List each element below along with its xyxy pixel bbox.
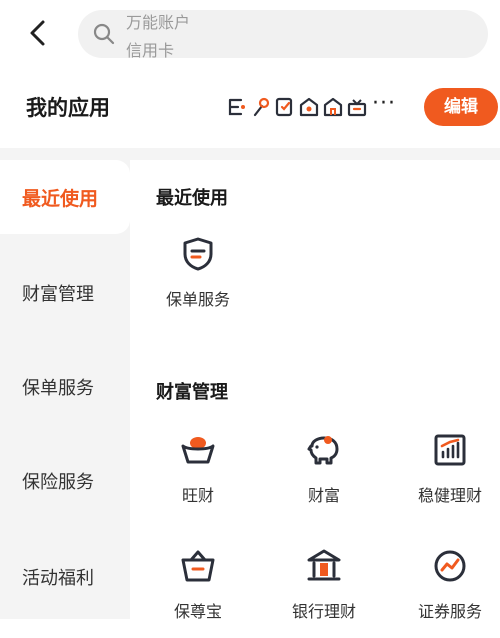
category-sidebar: 最近使用 财富管理 保单服务 保险服务 活动福利 [0, 160, 130, 619]
app-tile-label: 银行理财 [291, 602, 356, 621]
app-tile-wealth[interactable]: 财富 [264, 432, 384, 522]
basket-icon [180, 548, 216, 584]
sidebar-item-label: 保单服务 [22, 378, 94, 399]
bank-icon [306, 548, 342, 584]
app-tile-steady-finance[interactable]: 稳健理财 [390, 432, 500, 522]
piggy-bank-icon [306, 432, 342, 468]
more-icon[interactable]: ··· [372, 93, 402, 118]
sidebar-item-benefits[interactable]: 活动福利 [0, 540, 130, 614]
shield-icon [298, 96, 320, 118]
app-tile-label: 保尊宝 [173, 602, 222, 621]
my-apps-header: 我的应用 ··· 编辑 [0, 70, 500, 160]
section-title-wealth: 财富管理 [156, 382, 228, 403]
app-tile-label: 证券服务 [417, 602, 482, 621]
app-tile-label: 稳健理财 [417, 486, 482, 505]
app-tile-label: 财富 [307, 486, 340, 505]
app-tile-label: 旺财 [181, 486, 214, 505]
sidebar-item-label: 保险服务 [22, 472, 94, 493]
home-icon [322, 96, 344, 118]
sidebar-item-insurance[interactable]: 保险服务 [0, 444, 130, 518]
gift-icon [346, 96, 368, 118]
search-placeholder-line2: 信用卡 [126, 41, 175, 59]
my-apps-title: 我的应用 [26, 96, 110, 120]
sidebar-item-label: 最近使用 [22, 188, 99, 210]
trend-circle-icon [432, 548, 468, 584]
app-tile-securities[interactable]: 证券服务 [390, 548, 500, 638]
search-input[interactable]: 万能账户 信用卡 [78, 10, 488, 58]
gold-ingot-icon [180, 432, 216, 468]
doc-icon [274, 96, 296, 118]
search-placeholder: 万能账户 信用卡 [126, 10, 326, 59]
app-tile-label: 保单服务 [165, 290, 230, 309]
chevron-left-icon[interactable] [24, 18, 54, 48]
shortcut-icon-strip[interactable] [226, 94, 370, 120]
app-tile-wangcai[interactable]: 旺财 [138, 432, 258, 522]
sidebar-item-label: 财富管理 [22, 284, 94, 305]
wealth-icon [226, 96, 248, 118]
top-bar: 万能账户 信用卡 [0, 0, 500, 70]
sidebar-item-label: 活动福利 [22, 568, 94, 589]
sidebar-item-policy[interactable]: 保单服务 [0, 350, 130, 424]
app-grid-panel: 最近使用 保单服务 财富管理 旺财 财富 稳健理财 保尊宝 银行理财 证券服务 [130, 160, 500, 621]
growth-chart-icon [432, 432, 468, 468]
search-icon [92, 22, 116, 46]
policy-shield-icon [180, 236, 216, 272]
sidebar-item-recent[interactable]: 最近使用 [0, 160, 130, 234]
app-tile-bank-finance[interactable]: 银行理财 [264, 548, 384, 638]
section-title-recent: 最近使用 [156, 188, 228, 209]
search-placeholder-line1: 万能账户 [126, 13, 191, 32]
sidebar-item-wealth[interactable]: 财富管理 [0, 256, 130, 330]
app-tile-baozunbao[interactable]: 保尊宝 [138, 548, 258, 638]
edit-button[interactable]: 编辑 [424, 88, 498, 126]
pin-icon [250, 96, 272, 118]
app-tile-policy-service[interactable]: 保单服务 [138, 236, 258, 326]
